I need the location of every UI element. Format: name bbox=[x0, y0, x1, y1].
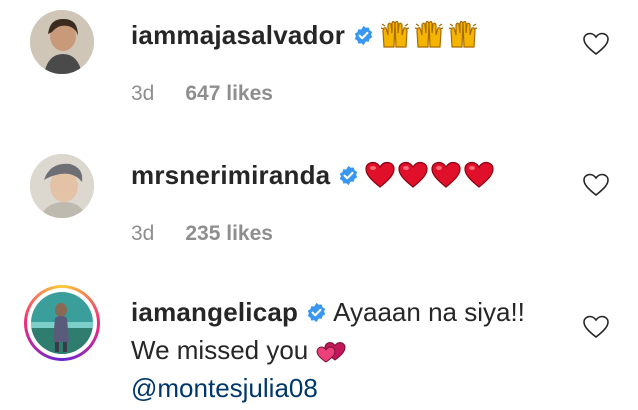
comment-body-line2: We missed you bbox=[131, 331, 346, 374]
likes-count[interactable]: 647 likes bbox=[185, 82, 273, 105]
avatar-story-ring[interactable] bbox=[24, 285, 100, 361]
avatar[interactable] bbox=[30, 154, 94, 218]
comment-body-line3: @montesjulia08 bbox=[131, 369, 318, 407]
comment-body: mrsnerimiranda bbox=[131, 156, 494, 199]
comment-body: iamangelicap Ayaaan na siya!! bbox=[131, 293, 525, 331]
red-heart-emoji bbox=[398, 161, 428, 199]
comment-meta: 3d 647 likes bbox=[131, 82, 304, 106]
comment-time[interactable]: 3d bbox=[131, 222, 154, 245]
comment-text: Ayaaan na siya!! bbox=[333, 297, 525, 327]
username[interactable]: iamangelicap bbox=[131, 297, 298, 327]
likes-count[interactable]: 235 likes bbox=[185, 222, 273, 245]
comment-3: iamangelicap Ayaaan na siya!! We missed y… bbox=[0, 276, 638, 410]
username[interactable]: mrsnerimiranda bbox=[131, 160, 330, 190]
comment-time[interactable]: 3d bbox=[131, 82, 154, 105]
raising-hands-emoji bbox=[448, 19, 478, 59]
red-heart-emoji bbox=[464, 161, 494, 199]
two-hearts-emoji bbox=[316, 336, 346, 374]
username[interactable]: iammajasalvador bbox=[131, 20, 345, 50]
avatar bbox=[31, 292, 93, 354]
comment-1: iammajasalvador 3d 647 likes bbox=[0, 0, 638, 130]
comment-text: We missed you bbox=[131, 335, 309, 365]
red-heart-emoji bbox=[365, 161, 395, 199]
raising-hands-emoji bbox=[380, 19, 410, 59]
like-heart-icon[interactable] bbox=[583, 32, 609, 56]
mention-link[interactable]: @montesjulia08 bbox=[131, 373, 318, 403]
like-heart-icon[interactable] bbox=[583, 173, 609, 197]
verified-badge-icon bbox=[340, 165, 358, 186]
comment-body: iammajasalvador bbox=[131, 16, 478, 59]
red-heart-emoji bbox=[431, 161, 461, 199]
verified-badge-icon bbox=[354, 25, 373, 46]
avatar[interactable] bbox=[30, 10, 94, 74]
like-heart-icon[interactable] bbox=[583, 315, 609, 339]
raising-hands-emoji bbox=[414, 19, 444, 59]
verified-badge-icon bbox=[307, 302, 326, 323]
comment-meta: 3d 235 likes bbox=[131, 222, 304, 246]
comment-2: mrsnerimiranda 3d 235 likes bbox=[0, 140, 638, 270]
